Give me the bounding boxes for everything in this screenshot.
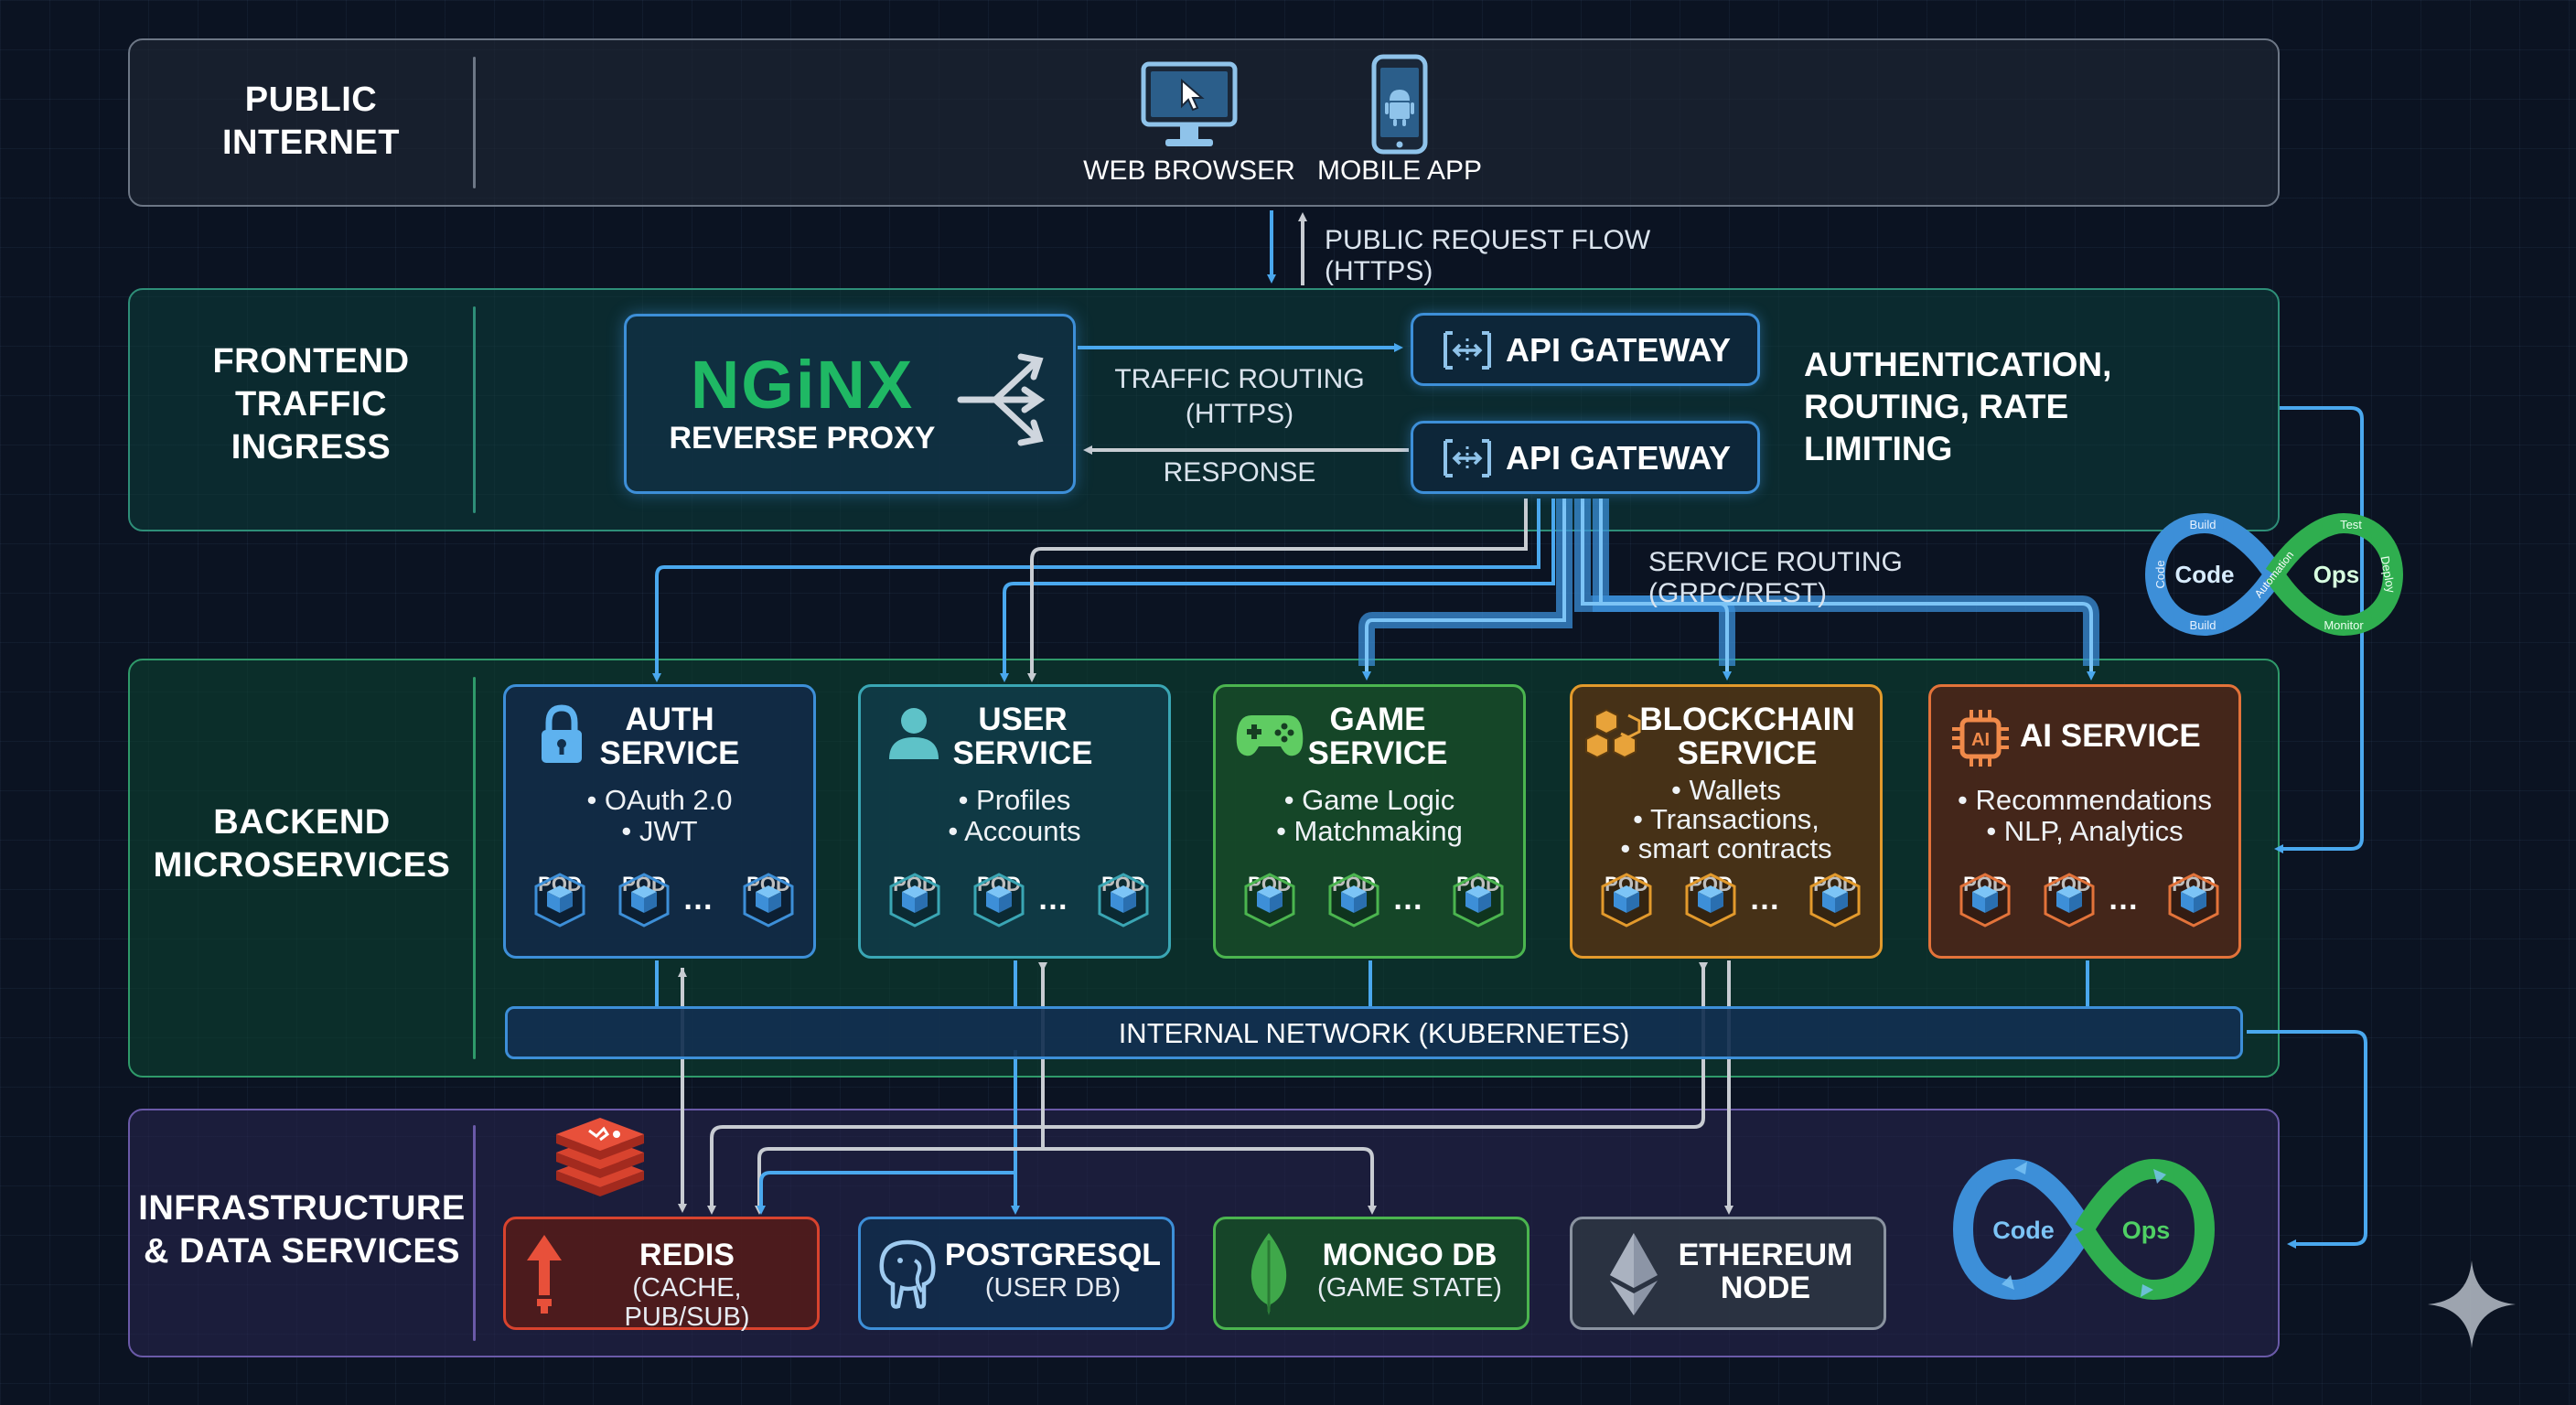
pod-ellipsis: …	[1392, 882, 1423, 917]
auth-service-title: AUTH SERVICE	[599, 702, 740, 771]
ai-chip-icon: AI	[1952, 710, 2009, 767]
android-phone-icon	[1371, 54, 1428, 155]
svg-text:Code: Code	[2153, 560, 2167, 588]
svg-text:Build: Build	[2190, 618, 2216, 632]
pod-ellipsis: …	[2108, 882, 2139, 917]
auth-service-bullets: • OAuth 2.0 • JWT	[586, 784, 733, 847]
blockchain-redis-link	[707, 962, 1708, 1215]
pod: POD	[970, 873, 1028, 928]
postgres-elephant-icon	[879, 1239, 936, 1309]
monitor-cursor-icon	[1141, 61, 1238, 146]
sparkle-icon	[2428, 1260, 2516, 1348]
pod-cube-icon	[2168, 873, 2219, 928]
service-routing-label: SERVICE ROUTING (GRPC/REST)	[1648, 547, 1903, 608]
split-arrows-icon	[957, 353, 1046, 446]
client-label-mobile-app: MOBILE APP	[1316, 156, 1483, 186]
game-service-bullets: • Game Logic • Matchmaking	[1276, 784, 1463, 847]
pod-ellipsis: …	[1749, 882, 1780, 917]
postgresql-title: POSTGRESQL	[944, 1238, 1162, 1272]
pod-cube-icon	[1328, 873, 1379, 928]
pod-cube-icon	[1959, 873, 2011, 928]
devops-infinity-large-icon: Code Ops	[1952, 1158, 2216, 1301]
devops-large-ops-text: Ops	[2122, 1217, 2171, 1244]
devops-infinity-icon: Code Ops Build Build Code Automation Tes…	[2144, 512, 2404, 637]
redis-subtitle: (CACHE, PUB/SUB)	[624, 1273, 750, 1332]
response-label: RESPONSE	[1163, 457, 1316, 488]
redis-title: REDIS	[639, 1238, 735, 1272]
pod: POD	[1681, 873, 1740, 928]
network-to-infra-loop	[2247, 1030, 2367, 1249]
postgresql-subtitle: (USER DB)	[984, 1273, 1122, 1303]
gateway-icon	[1444, 331, 1491, 370]
lock-icon	[542, 704, 582, 763]
pod-cube-icon	[1809, 873, 1861, 928]
pod: POD	[2164, 873, 2223, 928]
gateway-responsibilities-note: AUTHENTICATION, ROUTING, RATE LIMITING	[1804, 346, 2112, 467]
pod-ellipsis: …	[682, 882, 714, 917]
pod: POD	[1956, 873, 2014, 928]
mongodb-title: MONGO DB	[1322, 1238, 1497, 1272]
redis-icon	[527, 1235, 562, 1314]
blockchain-service-title: BLOCKCHAIN SERVICE	[1639, 702, 1855, 771]
ai-service-title: AI SERVICE	[2020, 718, 2201, 754]
traffic-routing-label: TRAFFIC ROUTING (HTTPS)	[1114, 364, 1365, 429]
pod-cube-icon	[1685, 873, 1736, 928]
pod: POD	[2040, 873, 2098, 928]
nginx-logo: NGiNX	[690, 347, 915, 423]
api-gateway-label-2: API GATEWAY	[1506, 439, 1732, 477]
pod-ellipsis: …	[1037, 882, 1068, 917]
redis-stack-icon	[556, 1118, 644, 1196]
svg-text:AI: AI	[1971, 730, 1990, 750]
pod: POD	[1325, 873, 1383, 928]
pod: POD	[1449, 873, 1508, 928]
pod-cube-icon	[1244, 873, 1295, 928]
svg-text:Test: Test	[2340, 518, 2362, 531]
pod: POD	[1806, 873, 1864, 928]
pod: POD	[886, 873, 944, 928]
pod-cube-icon	[618, 873, 670, 928]
ai-service-bullets: • Recommendations • NLP, Analytics	[1958, 784, 2212, 847]
pod: POD	[1597, 873, 1656, 928]
user-icon	[889, 708, 939, 759]
mongodb-leaf-icon	[1250, 1233, 1287, 1315]
ethereum-title: ETHEREUM NODE	[1678, 1238, 1853, 1305]
pod-cube-icon	[1601, 873, 1652, 928]
public-request-flow-label: PUBLIC REQUEST FLOW (HTTPS)	[1325, 225, 1651, 286]
client-label-web-browser: WEB BROWSER	[1083, 156, 1295, 186]
svg-text:Monitor: Monitor	[2324, 618, 2364, 632]
pod-cube-icon	[1453, 873, 1504, 928]
internal-network-label: INTERNAL NETWORK (KUBERNETES)	[1118, 1017, 1630, 1049]
pod-cube-icon	[534, 873, 585, 928]
api-gateway-label-1: API GATEWAY	[1506, 331, 1732, 369]
pod: POD	[739, 873, 798, 928]
pod-cube-icon	[2044, 873, 2095, 928]
pod: POD	[1094, 873, 1153, 928]
pod: POD	[1240, 873, 1299, 928]
pod-cube-icon	[973, 873, 1025, 928]
mongodb-subtitle: (GAME STATE)	[1317, 1273, 1502, 1303]
devops-small-code-text: Code	[2175, 561, 2235, 588]
devops-large-code-text: Code	[1992, 1217, 2055, 1244]
pod: POD	[531, 873, 589, 928]
pod: POD	[615, 873, 673, 928]
route-to-auth	[652, 499, 1540, 682]
nginx-reverse-proxy-label: REVERSE PROXY	[669, 421, 936, 456]
svg-text:Build: Build	[2190, 518, 2216, 531]
user-redis-link	[755, 1147, 1043, 1215]
user-service-title: USER SERVICE	[952, 702, 1093, 771]
pod-cube-icon	[1098, 873, 1149, 928]
gateway-icon	[1444, 439, 1491, 477]
pod-cube-icon	[889, 873, 940, 928]
game-service-title: GAME SERVICE	[1307, 702, 1448, 771]
blockchain-service-bullets: • Wallets • Transactions, • smart contra…	[1620, 774, 1832, 864]
user-service-bullets: • Profiles • Accounts	[948, 784, 1081, 847]
devops-small-ops-text: Ops	[2313, 561, 2360, 588]
pod-cube-icon	[743, 873, 794, 928]
